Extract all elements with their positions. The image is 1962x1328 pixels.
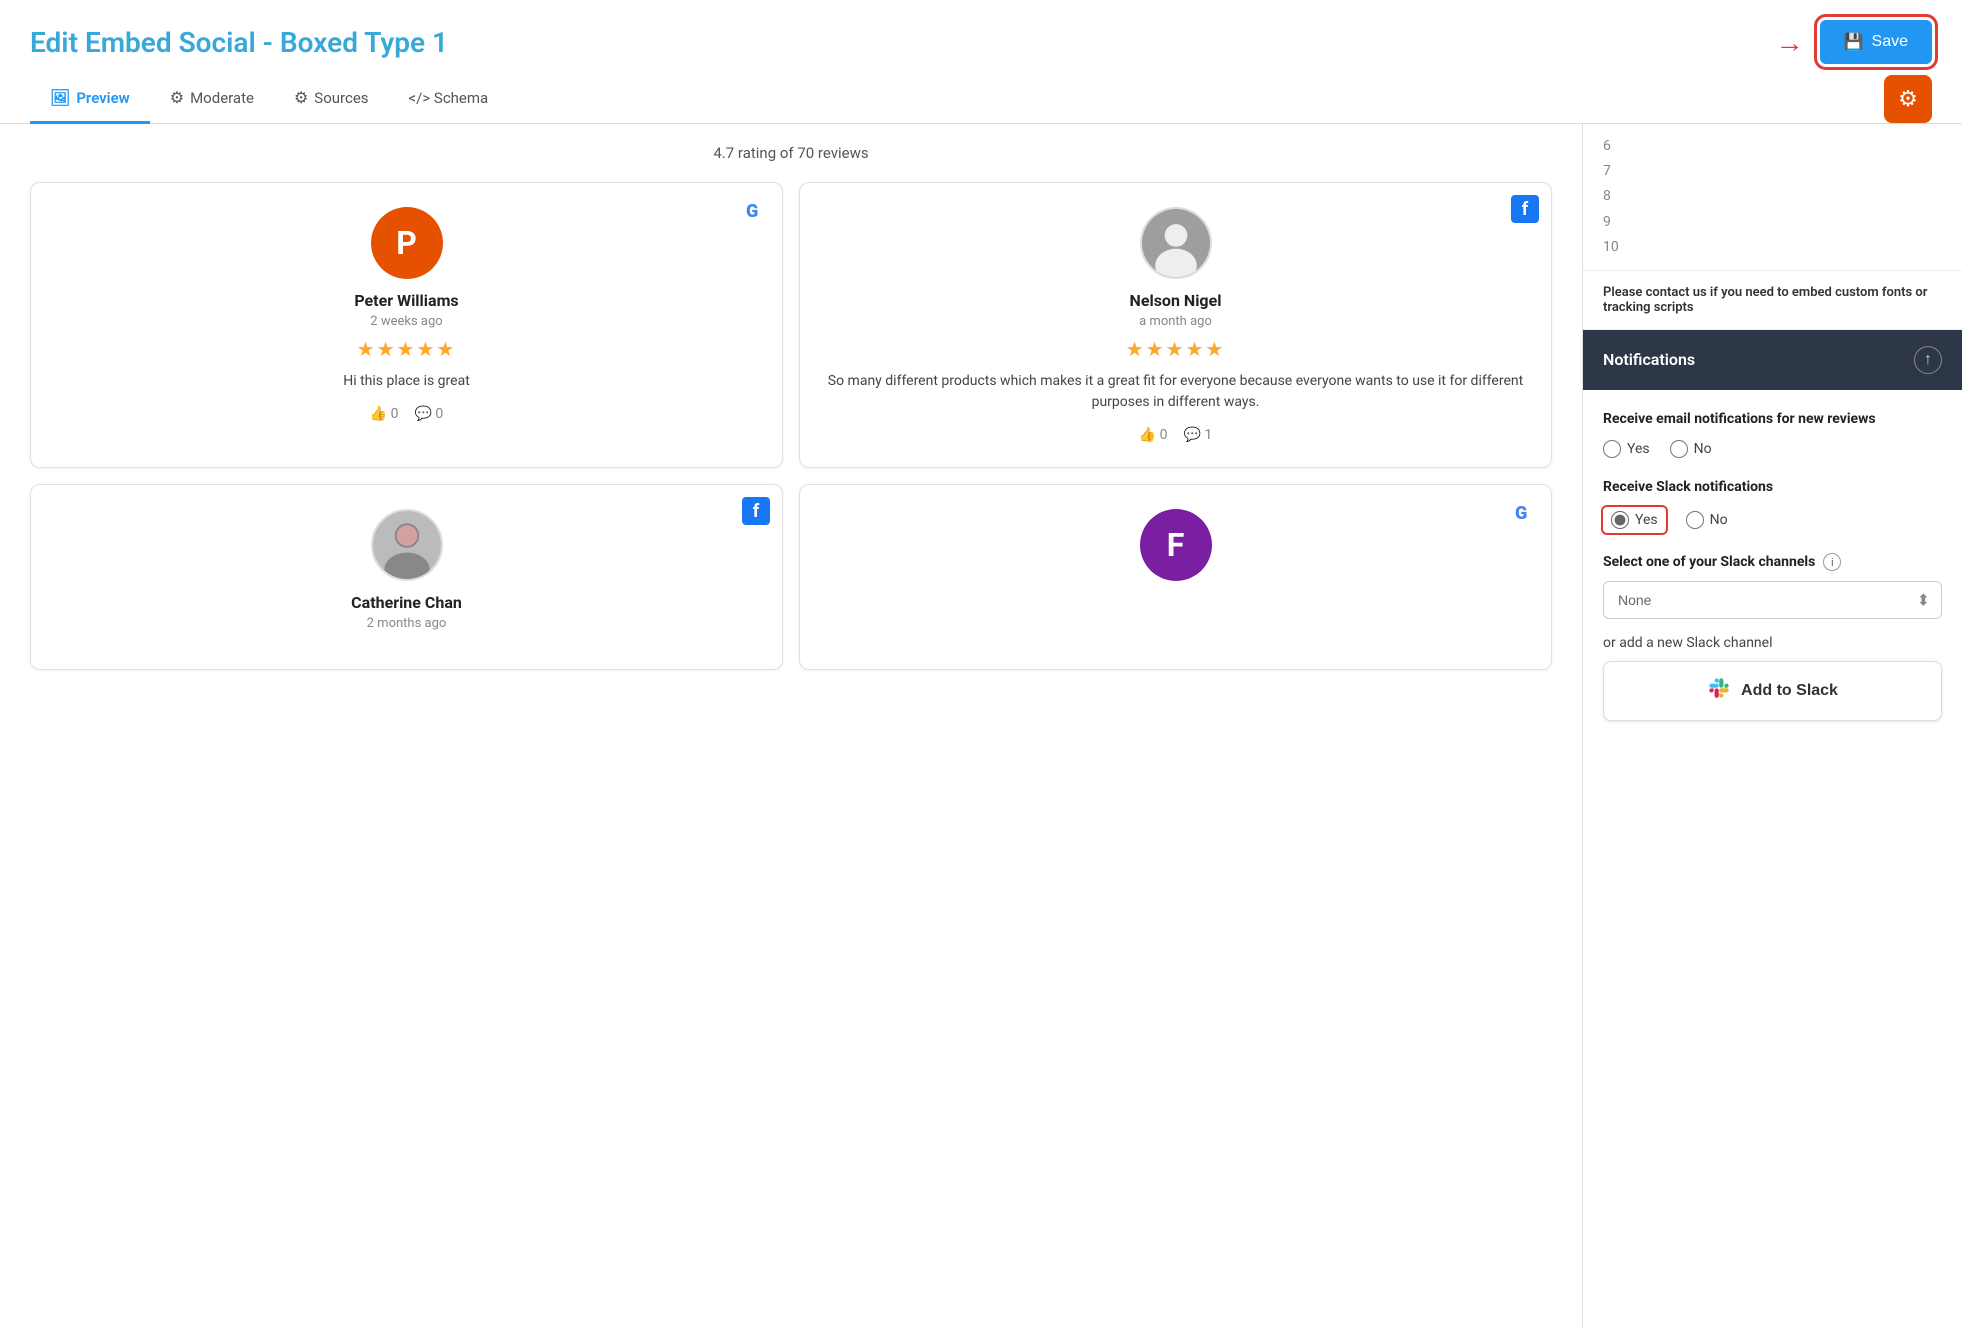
star-rating: ★★★★★ [820, 337, 1531, 361]
review-card: G P Peter Williams 2 weeks ago ★★★★★ Hi … [30, 182, 783, 468]
reviewer-name: Peter Williams [51, 291, 762, 310]
slack-notif-yes-option[interactable]: Yes [1603, 507, 1666, 533]
facebook-badge: f [742, 497, 770, 525]
star-rating: ★★★★★ [51, 337, 762, 361]
svg-text:G: G [746, 201, 758, 221]
google-badge: G [1511, 497, 1539, 525]
save-button[interactable]: 💾 Save [1820, 20, 1932, 64]
channel-select[interactable]: None [1603, 581, 1942, 619]
tab-schema[interactable]: </> Schema [389, 75, 509, 124]
review-card: f Nelson Nigel a month ago ★★★★★ So many… [799, 182, 1552, 468]
rating-summary: 4.7 rating of 70 reviews [30, 144, 1552, 162]
review-time: a month ago [820, 314, 1531, 329]
reviewer-name: Nelson Nigel [820, 291, 1531, 310]
review-text: So many different products which makes i… [820, 371, 1531, 413]
slack-notifications-section: Receive Slack notifications Yes No [1603, 478, 1942, 534]
slack-channel-section: Select one of your Slack channels i None… [1603, 553, 1942, 721]
slack-notif-no-option[interactable]: No [1686, 511, 1728, 529]
notifications-body: Receive email notifications for new revi… [1583, 390, 1962, 741]
review-actions: 👍 0 💬 0 [51, 406, 762, 422]
slack-notif-no-radio[interactable] [1686, 511, 1704, 529]
font-notice: Please contact us if you need to embed c… [1583, 271, 1962, 330]
avatar: P [371, 207, 443, 279]
email-notif-yes-radio[interactable] [1603, 440, 1621, 458]
comment-count: 💬 1 [1184, 427, 1213, 443]
sources-icon: ⚙ [294, 88, 308, 107]
avatar [371, 509, 443, 581]
svg-text:G: G [1515, 503, 1527, 523]
like-count: 👍 0 [1139, 427, 1168, 443]
slack-icon [1707, 676, 1731, 706]
add-channel-label: or add a new Slack channel [1603, 635, 1942, 651]
add-to-slack-button[interactable]: Add to Slack [1603, 661, 1942, 721]
moderate-icon: ⚙ [170, 88, 184, 107]
avatar [1140, 207, 1212, 279]
review-time: 2 weeks ago [51, 314, 762, 329]
email-notif-no-radio[interactable] [1670, 440, 1688, 458]
notifications-section-header: Notifications ↑ [1583, 330, 1962, 390]
tab-sources[interactable]: ⚙ Sources [274, 74, 389, 124]
review-card: G F [799, 484, 1552, 670]
facebook-badge: f [1511, 195, 1539, 223]
tab-bar: 🖼 Preview ⚙ Moderate ⚙ Sources </> Schem… [0, 74, 1962, 124]
page-title: Edit Embed Social - Boxed Type 1 [30, 26, 448, 59]
email-notifications-section: Receive email notifications for new revi… [1603, 410, 1942, 458]
like-count: 👍 0 [370, 406, 399, 422]
tab-preview[interactable]: 🖼 Preview [30, 74, 150, 124]
notifications-toggle-button[interactable]: ↑ [1914, 346, 1942, 374]
tab-moderate[interactable]: ⚙ Moderate [150, 74, 274, 124]
settings-button[interactable]: ⚙ [1884, 75, 1932, 123]
email-notif-radio-group: Yes No [1603, 440, 1942, 458]
comment-count: 💬 0 [415, 406, 444, 422]
slack-notif-radio-group: Yes No [1603, 507, 1942, 533]
avatar: F [1140, 509, 1212, 581]
google-badge: G [742, 195, 770, 223]
review-grid: G P Peter Williams 2 weeks ago ★★★★★ Hi … [30, 182, 1552, 670]
number-list: 6 7 8 9 10 [1583, 124, 1962, 271]
reviewer-name: Catherine Chan [51, 593, 762, 612]
email-notif-yes-option[interactable]: Yes [1603, 440, 1650, 458]
gear-icon: ⚙ [1898, 86, 1918, 112]
email-notif-no-option[interactable]: No [1670, 440, 1712, 458]
save-arrow-indicator: → [1776, 26, 1804, 59]
preview-icon: 🖼 [50, 88, 70, 107]
review-card: f Catherine Chan 2 months ago [30, 484, 783, 670]
review-actions: 👍 0 💬 1 [820, 427, 1531, 443]
channel-select-wrapper: None [1603, 581, 1942, 619]
slack-notif-yes-radio[interactable] [1611, 511, 1629, 529]
save-disk-icon: 💾 [1844, 32, 1864, 52]
review-time: 2 months ago [51, 616, 762, 631]
slack-channel-label-row: Select one of your Slack channels i [1603, 553, 1942, 571]
info-icon[interactable]: i [1823, 553, 1841, 571]
right-sidebar: 6 7 8 9 10 Please contact us if you need… [1582, 124, 1962, 1328]
review-text: Hi this place is great [51, 371, 762, 392]
